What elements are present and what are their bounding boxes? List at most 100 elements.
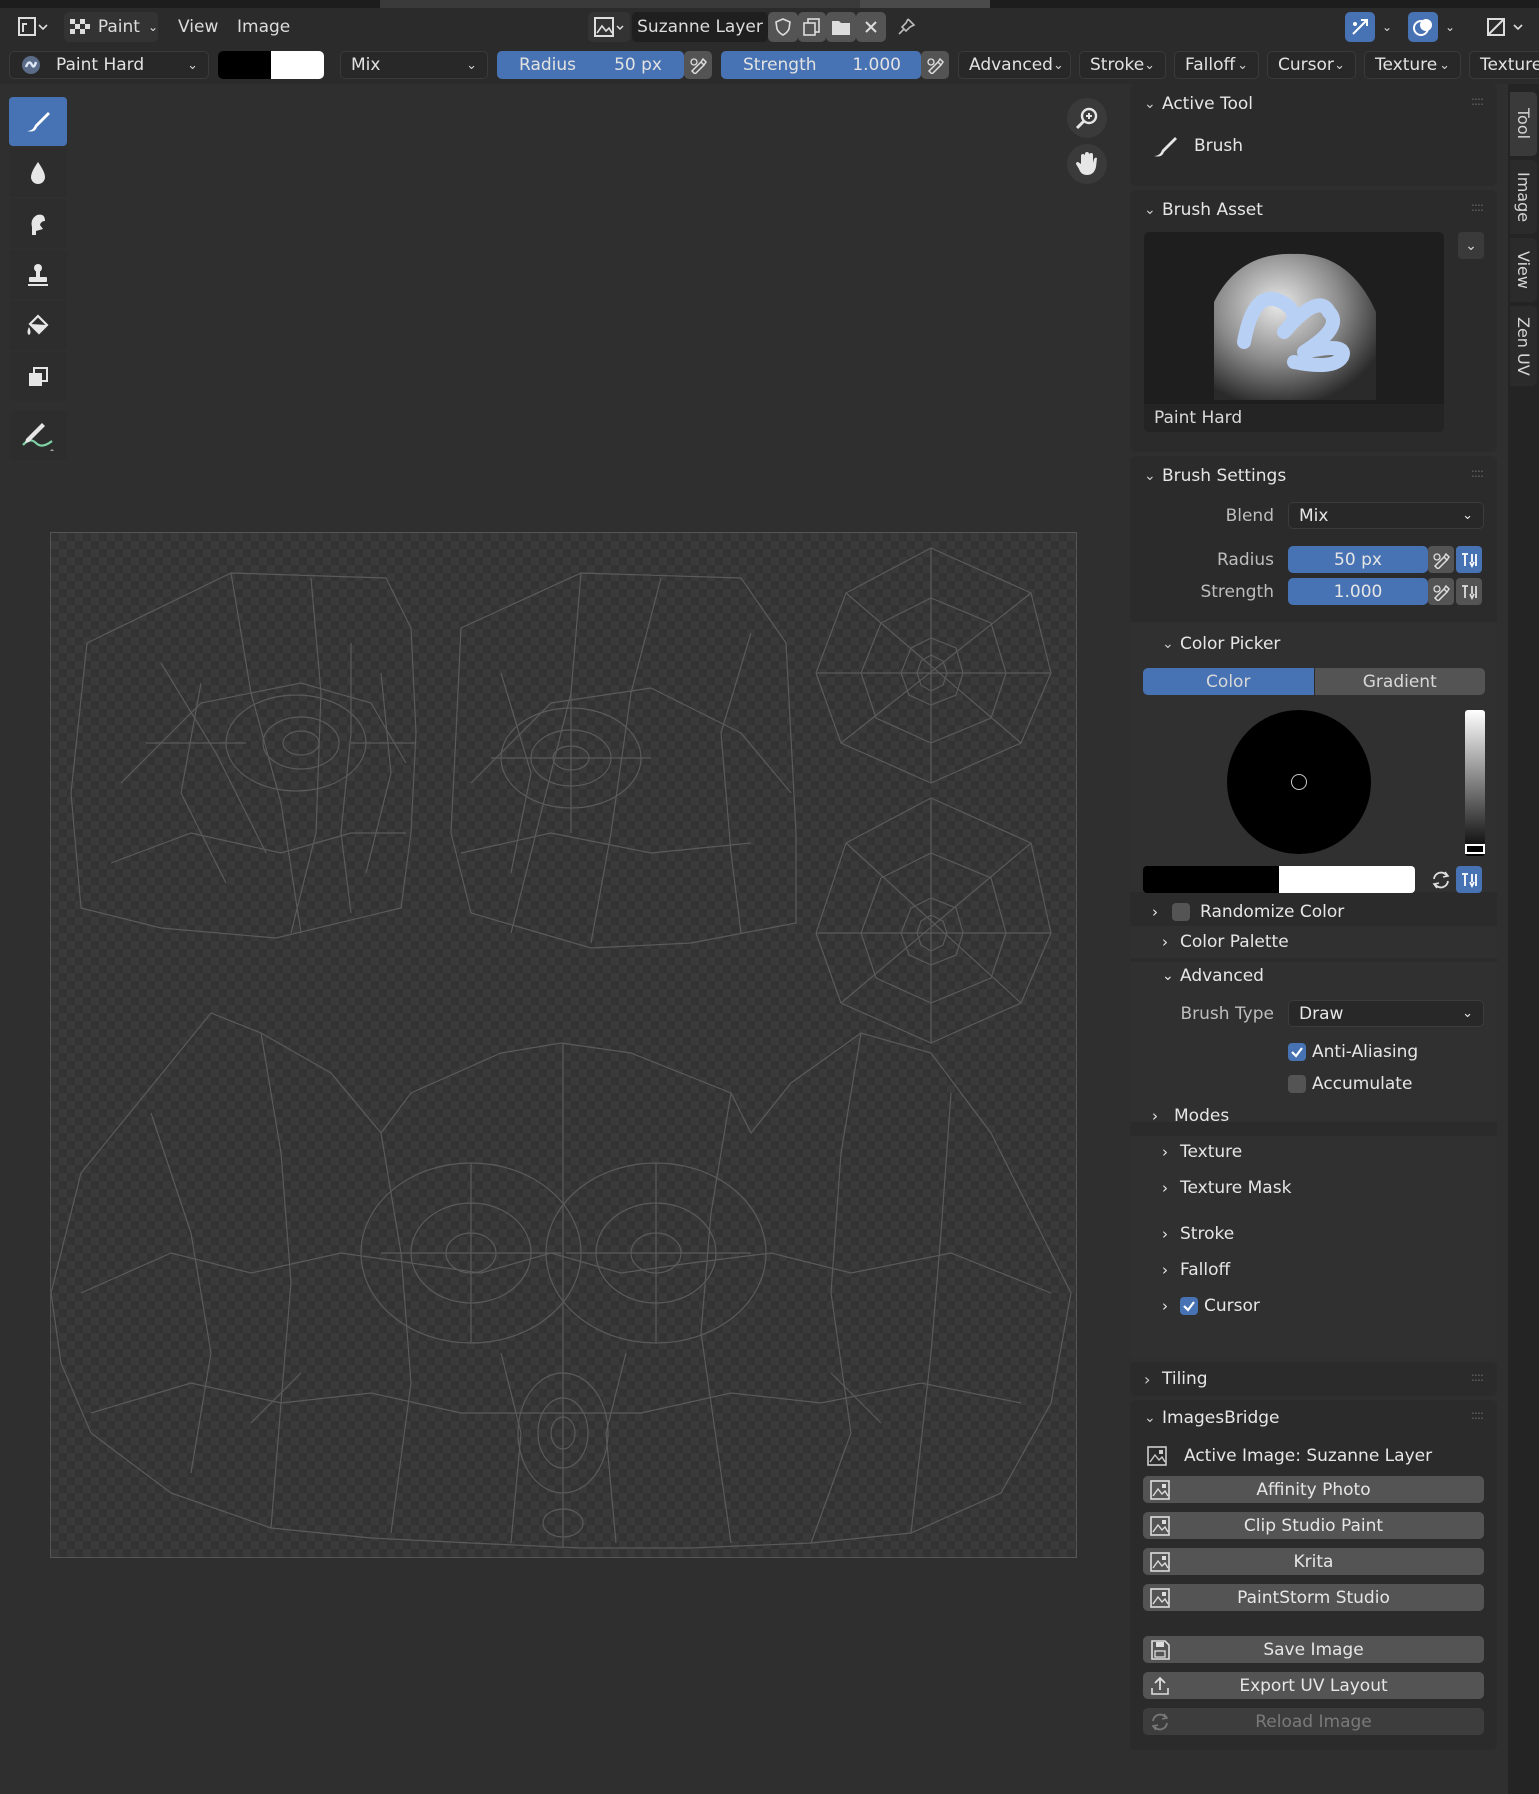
brush-asset-preview[interactable]: Paint Hard [1144,232,1444,432]
value-slider-handle[interactable] [1465,844,1485,854]
save-image-button[interactable]: Save Image [1143,1636,1484,1663]
value-slider[interactable] [1465,710,1485,856]
reload-image-button[interactable]: Reload Image [1143,1708,1484,1735]
subpanel-falloff[interactable]: › Falloff [1162,1258,1230,1282]
swap-colors-button[interactable] [1428,866,1454,893]
secondary-color-swatch[interactable] [1279,866,1415,893]
menu-texture-mask[interactable]: Texture [1469,51,1539,79]
workspace-tab-1[interactable] [380,0,860,8]
unlink-image-button[interactable] [856,12,886,42]
cursor-checkbox[interactable] [1180,1297,1198,1315]
open-image-button[interactable] [826,12,856,42]
subpanel-cursor[interactable]: › Cursor [1162,1294,1260,1318]
chevron-down-icon[interactable]: ⌄ [1440,12,1460,42]
overlays-button[interactable] [1408,12,1438,42]
drag-handle-icon[interactable]: :::: [1471,1370,1484,1384]
panel-header-images-bridge[interactable]: ⌄ ImagesBridge [1144,1406,1280,1430]
radius-slider[interactable]: Radius 50 px [497,51,684,79]
color-swatches[interactable] [218,51,324,79]
radius-pressure-button[interactable] [1428,546,1454,573]
anti-aliasing-checkbox[interactable] [1288,1043,1306,1061]
panel-header-tiling[interactable]: › Tiling [1144,1367,1208,1391]
image-browse-button[interactable] [588,12,630,42]
open-krita-button[interactable]: Krita [1143,1548,1484,1575]
subpanel-header-advanced[interactable]: ⌄ Advanced [1162,964,1264,988]
pan-button[interactable] [1067,144,1107,184]
open-clip-studio-paint-button[interactable]: Clip Studio Paint [1143,1512,1484,1539]
brush-selector[interactable]: Paint Hard ⌄ [9,51,209,79]
randomize-color-checkbox[interactable] [1172,903,1190,921]
brush-type-dropdown[interactable]: Draw ⌄ [1288,1000,1484,1027]
strength-slider[interactable]: Strength 1.000 [721,51,921,79]
fake-user-button[interactable] [768,12,798,42]
drag-handle-icon[interactable]: :::: [1471,200,1484,214]
tab-gradient[interactable]: Gradient [1313,668,1485,695]
subpanel-header-color-palette[interactable]: › Color Palette [1162,930,1289,954]
new-image-button[interactable] [798,12,826,42]
drag-handle-icon[interactable]: :::: [1471,466,1484,480]
chevron-down-icon[interactable]: ⌄ [1377,12,1397,42]
subpanel-texture[interactable]: › Texture [1162,1140,1242,1164]
tab-zen-uv[interactable]: Zen UV [1510,306,1537,386]
workspace-tab-active[interactable] [860,0,990,8]
tab-image[interactable]: Image [1510,160,1537,234]
primary-color-swatch[interactable] [1143,866,1279,893]
panel-header-brush-settings[interactable]: ⌄ Brush Settings [1144,464,1286,488]
color-unit-button[interactable] [1456,866,1482,893]
snap-uv-button[interactable] [1345,12,1375,42]
secondary-color-swatch[interactable] [271,51,324,79]
accumulate-row[interactable]: Accumulate [1288,1072,1412,1096]
tool-smear[interactable] [9,199,67,248]
tool-fill[interactable] [9,301,67,350]
strength-pressure-button[interactable] [921,51,949,79]
editor-type-button[interactable] [8,12,52,42]
export-uv-layout-button[interactable]: Export UV Layout [1143,1672,1484,1699]
open-paintstorm-studio-button[interactable]: PaintStorm Studio [1143,1584,1484,1611]
mode-dropdown[interactable]: Paint ⌄ [64,12,158,42]
strength-unit-button[interactable] [1456,578,1482,605]
subpanel-stroke[interactable]: › Stroke [1162,1222,1234,1246]
subpanel-header-color-picker[interactable]: ⌄ Color Picker [1162,632,1280,656]
subpanel-texture-mask[interactable]: › Texture Mask [1162,1176,1291,1200]
color-wheel-cursor[interactable] [1291,774,1307,790]
menu-cursor[interactable]: Cursor ⌄ [1267,51,1356,79]
tool-clone[interactable] [9,250,67,299]
zoom-button[interactable] [1067,98,1107,138]
menu-texture[interactable]: Texture ⌄ [1364,51,1461,79]
color-wheel[interactable] [1227,710,1371,854]
strength-field[interactable]: 1.000 [1288,578,1428,605]
radius-pressure-button[interactable] [684,51,712,79]
menu-stroke[interactable]: Stroke ⌄ [1079,51,1166,79]
blend-dropdown[interactable]: Mix ⌄ [340,51,488,79]
active-tool-row[interactable]: Brush [1150,134,1243,158]
randomize-color-row[interactable]: › Randomize Color [1152,900,1344,924]
tool-blur[interactable] [9,148,67,197]
panel-header-brush-asset[interactable]: ⌄ Brush Asset [1144,198,1263,222]
modes-row[interactable]: › Modes [1152,1104,1229,1128]
tab-color[interactable]: Color [1143,668,1314,695]
tab-tool[interactable]: Tool [1510,92,1537,156]
drag-handle-icon[interactable]: :::: [1471,1408,1484,1422]
radius-unit-button[interactable] [1456,546,1482,573]
brush-asset-menu-button[interactable]: ⌄ [1458,232,1484,259]
menu-image[interactable]: Image [237,12,290,42]
anti-aliasing-row[interactable]: Anti-Aliasing [1288,1040,1418,1064]
accumulate-checkbox[interactable] [1288,1075,1306,1093]
open-affinity-photo-button[interactable]: Affinity Photo [1143,1476,1484,1503]
tool-draw[interactable] [9,97,67,146]
drag-handle-icon[interactable]: :::: [1471,94,1484,108]
menu-advanced[interactable]: Advanced ⌄ [958,51,1071,79]
menu-view[interactable]: View [178,12,218,42]
display-channels-button[interactable] [1482,12,1528,42]
strength-pressure-button[interactable] [1428,578,1454,605]
tool-annotate[interactable] [9,411,67,460]
radius-field[interactable]: 50 px [1288,546,1428,573]
image-canvas[interactable] [50,532,1077,1558]
primary-color-swatch[interactable] [218,51,271,79]
panel-header-active-tool[interactable]: ⌄ Active Tool [1144,92,1253,116]
blend-dropdown[interactable]: Mix ⌄ [1288,502,1484,529]
subpanel-color-palette[interactable]: › Color Palette [1130,926,1497,958]
panel-tiling[interactable]: › Tiling :::: [1130,1362,1497,1396]
tab-view[interactable]: View [1510,238,1537,302]
tool-mask[interactable] [9,352,67,401]
